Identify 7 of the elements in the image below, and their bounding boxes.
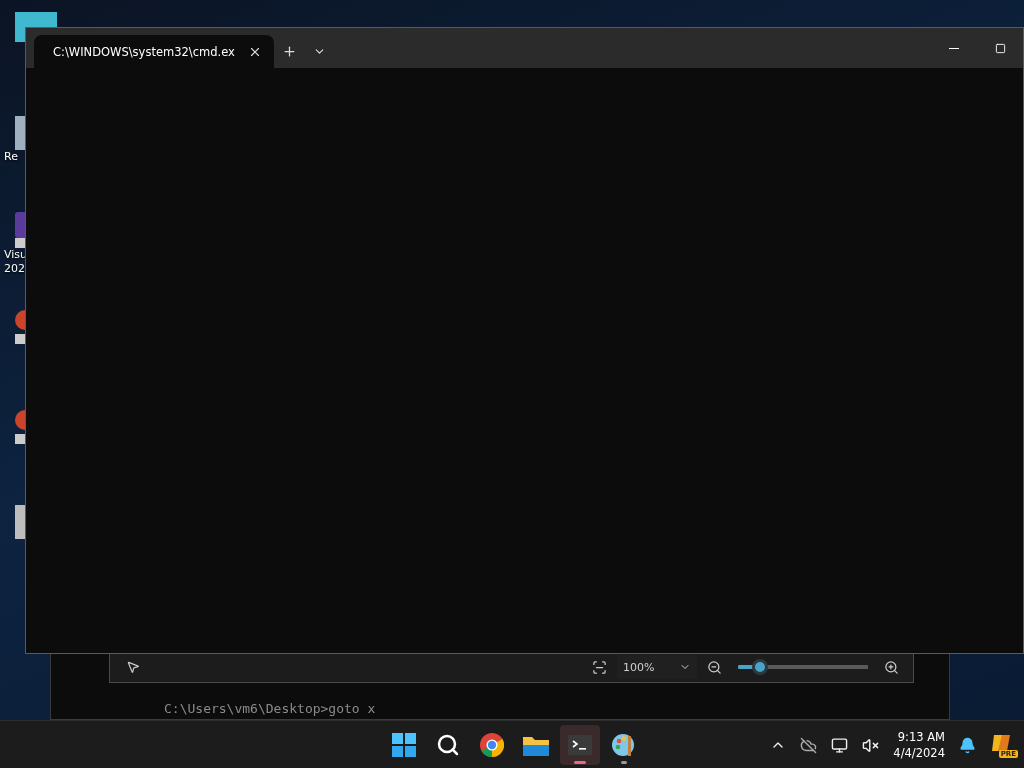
clock[interactable]: 9:13 AM 4/4/2024 (893, 729, 945, 761)
desktop-icon-label: Visu (4, 248, 28, 262)
zoom-dropdown[interactable]: 100% (617, 655, 697, 679)
desktop-icon-label: Re (4, 150, 18, 164)
desktop-icon-label: 202 (4, 262, 25, 276)
console-prompt: C:\Users\vm6\Desktop>goto x (164, 701, 376, 716)
terminal-tab[interactable]: C:\WINDOWS\system32\cmd.ex (34, 35, 274, 68)
